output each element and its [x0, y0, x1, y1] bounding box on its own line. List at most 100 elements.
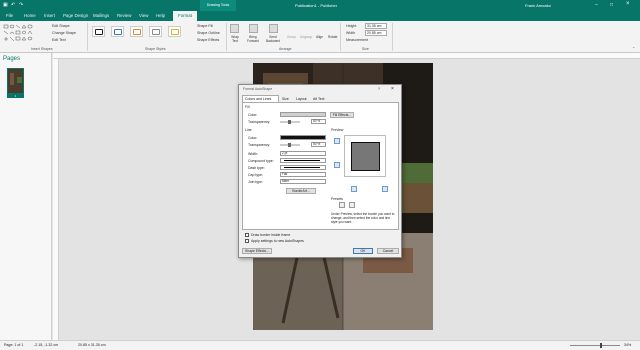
maximize-icon[interactable]: □ — [610, 2, 613, 8]
border-right-button[interactable] — [382, 186, 388, 192]
tab-format[interactable]: Format — [173, 11, 197, 21]
page-indicator[interactable]: Page: 1 of 1 — [4, 343, 23, 347]
tab-page-design[interactable]: Page Design — [63, 13, 88, 18]
presets-label: Presets — [331, 197, 343, 201]
style-swatch-grey[interactable] — [149, 26, 162, 37]
draw-border-inside-checkbox[interactable] — [245, 233, 249, 237]
shape-effects-dialog-button[interactable]: Shape Effects... — [242, 248, 272, 254]
shape-fill-button[interactable]: Shape Fill — [197, 24, 213, 28]
bring-forward-icon[interactable] — [249, 24, 258, 33]
shape-effects-button[interactable]: Shape Effects — [197, 38, 219, 42]
redo-icon[interactable]: ↷ — [19, 2, 23, 8]
send-backward-button[interactable]: Send Backward — [264, 35, 282, 43]
format-autoshape-dialog: Format AutoShape ? × Colors and Lines Si… — [238, 84, 402, 258]
vertical-ruler — [53, 59, 59, 340]
fill-transparency-slider[interactable] — [280, 120, 300, 124]
width-input[interactable]: 20.85 cm — [365, 30, 387, 36]
zoom-slider[interactable] — [570, 343, 620, 348]
edit-shape-button[interactable]: Edit Shape — [52, 24, 70, 28]
width-label: Width — [346, 31, 356, 35]
align-button[interactable]: Align — [316, 35, 323, 39]
fill-transparency-label: Transparency: — [248, 120, 271, 124]
measurement-button[interactable]: Measurement — [346, 38, 368, 42]
dialog-title: Format AutoShape — [243, 87, 273, 91]
horizontal-ruler — [53, 53, 640, 59]
tab-help[interactable]: Help — [156, 13, 165, 18]
thumbnail-detail — [17, 77, 22, 83]
change-shape-button[interactable]: Change Shape — [52, 31, 76, 35]
line-color-picker[interactable] — [280, 135, 326, 140]
fill-color-picker[interactable] — [280, 112, 326, 117]
undo-icon[interactable]: ↶ — [11, 2, 15, 8]
shapes-gallery[interactable] — [3, 24, 51, 44]
zoom-level[interactable]: 34% — [624, 343, 631, 347]
page-number-label: 1 — [7, 94, 24, 98]
send-backward-icon[interactable] — [269, 24, 278, 33]
rotate-button[interactable]: Rotate — [328, 35, 337, 39]
tab-size[interactable]: Size — [282, 97, 289, 101]
close-icon[interactable]: × — [626, 1, 630, 7]
context-tab-label: Drawing Tools — [200, 0, 236, 11]
style-swatch-gold[interactable] — [168, 26, 181, 37]
wrap-text-icon[interactable] — [230, 24, 239, 33]
tab-home[interactable]: Home — [24, 13, 36, 18]
line-transparency-slider[interactable] — [280, 143, 300, 147]
edit-text-button[interactable]: Edit Text — [52, 38, 66, 42]
slider-thumb[interactable] — [288, 143, 291, 147]
line-transparency-input[interactable]: 50 % — [311, 142, 326, 147]
user-name[interactable]: Frank Amoako — [525, 3, 551, 8]
compound-type-select[interactable] — [280, 158, 326, 163]
save-icon[interactable]: ▣ — [3, 2, 8, 8]
shape-styles-group-label: Shape Styles — [145, 47, 166, 51]
shape-outline-button[interactable]: Shape Outline — [197, 31, 220, 35]
collapse-ribbon-icon[interactable]: ⌃ — [632, 46, 635, 51]
bring-forward-button[interactable]: Bring Forward — [244, 35, 262, 43]
tab-insert[interactable]: Insert — [44, 13, 55, 18]
tab-file[interactable]: File — [6, 13, 13, 18]
fill-color-label: Color: — [248, 113, 258, 117]
line-sample — [284, 160, 320, 161]
dash-type-select[interactable] — [280, 165, 326, 170]
preset-none-button[interactable] — [349, 202, 355, 208]
dialog-close-icon[interactable]: × — [391, 86, 394, 92]
cancel-button[interactable]: Cancel — [377, 248, 399, 254]
minimize-icon[interactable]: – — [595, 2, 598, 8]
group-button[interactable]: Group — [287, 35, 296, 39]
style-swatch-black[interactable] — [92, 26, 105, 37]
arrange-group-label: Arrange — [279, 47, 292, 51]
tab-colors-and-lines[interactable]: Colors and Lines — [242, 95, 279, 102]
join-type-select[interactable]: Miter — [280, 179, 326, 184]
fill-transparency-input[interactable]: 50 % — [311, 119, 326, 124]
tab-layout[interactable]: Layout — [296, 97, 307, 101]
zoom-thumb[interactable] — [600, 343, 602, 348]
border-left-button[interactable] — [334, 162, 340, 168]
tab-mailings[interactable]: Mailings — [93, 13, 109, 18]
preview-instructions: Under Preview, select the border you wan… — [331, 212, 395, 224]
wrap-text-button[interactable]: Wrap Text — [229, 35, 241, 43]
preset-box-button[interactable] — [339, 202, 345, 208]
line-width-input[interactable]: 2 pt — [280, 151, 326, 156]
shapes-gallery-icon — [3, 24, 33, 42]
borderart-button[interactable]: BorderArt... — [286, 188, 316, 194]
style-swatch-orange[interactable] — [130, 26, 143, 37]
tab-alt-text[interactable]: Alt Text — [313, 97, 324, 101]
cap-type-select[interactable]: Flat — [280, 172, 326, 177]
insert-shapes-group-label: Insert Shapes — [31, 47, 53, 51]
help-icon[interactable]: ? — [378, 87, 380, 91]
ungroup-button[interactable]: Ungroup — [300, 35, 312, 39]
tab-view[interactable]: View — [139, 13, 148, 18]
preview-label: Preview — [331, 128, 344, 132]
slider-thumb[interactable] — [288, 120, 291, 124]
line-width-label: Width: — [248, 152, 258, 156]
tab-review[interactable]: Review — [117, 13, 131, 18]
ok-button[interactable]: OK — [353, 248, 373, 254]
fill-effects-button[interactable]: Fill Effects... — [330, 112, 354, 118]
object-size: 20.85 x 31.35 cm — [78, 343, 106, 347]
height-input[interactable]: 31.35 cm — [365, 23, 387, 29]
apply-settings-checkbox[interactable] — [245, 239, 249, 243]
border-top-button[interactable] — [334, 138, 340, 144]
page-thumbnail[interactable] — [7, 68, 24, 94]
preview-shape — [351, 142, 380, 171]
border-bottom-button[interactable] — [351, 186, 357, 192]
style-swatch-blue[interactable] — [111, 26, 124, 37]
